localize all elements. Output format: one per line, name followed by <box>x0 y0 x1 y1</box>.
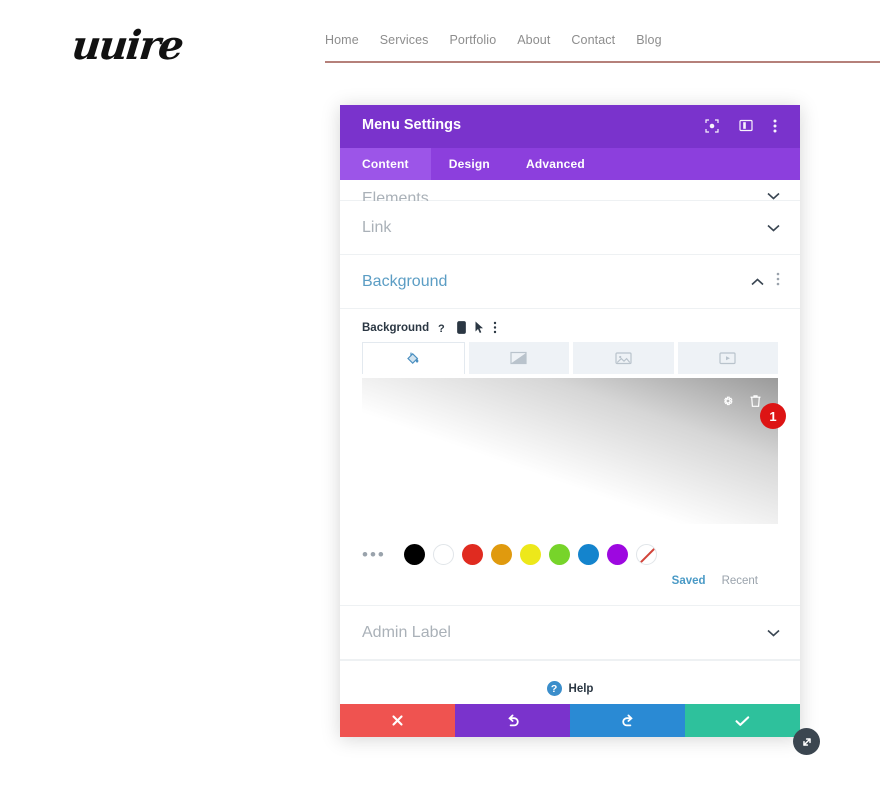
palette-tab-saved[interactable]: Saved <box>672 575 706 587</box>
redo-button[interactable] <box>570 704 685 737</box>
menu-settings-modal: Menu Settings Content Design Advanced El… <box>340 105 827 755</box>
paint-bucket-icon <box>407 352 419 364</box>
modal-footer <box>340 704 800 737</box>
section-elements-toggle[interactable] <box>767 192 780 200</box>
layout-panel-icon[interactable] <box>739 119 754 134</box>
background-field-header: Background ? <box>340 309 800 342</box>
nav-item-services[interactable]: Services <box>380 33 429 47</box>
swatch-green[interactable] <box>548 544 570 565</box>
gradient-icon <box>510 351 527 365</box>
undo-icon <box>507 714 519 726</box>
site-header: uuire Home Services Portfolio About Cont… <box>0 0 880 69</box>
chevron-down-icon <box>767 629 780 637</box>
more-vertical-icon[interactable] <box>493 321 497 334</box>
site-logo[interactable]: uuire <box>70 22 185 69</box>
page-root: uuire Home Services Portfolio About Cont… <box>0 0 880 801</box>
modal-header-actions <box>705 105 788 148</box>
modal-header: Menu Settings <box>340 105 800 148</box>
chevron-down-icon <box>767 224 780 232</box>
section-link-toggle[interactable] <box>767 224 780 232</box>
swatch-red[interactable] <box>461 544 483 565</box>
fullscreen-icon[interactable] <box>705 119 720 134</box>
chevron-down-icon <box>767 192 780 200</box>
section-link[interactable]: Link <box>340 201 800 255</box>
background-preview-tools <box>721 394 762 408</box>
swatch-yellow[interactable] <box>519 544 541 565</box>
background-video-tab[interactable] <box>677 342 778 374</box>
close-icon <box>812 159 820 167</box>
more-colors-icon[interactable]: ••• <box>362 546 386 563</box>
help-icon[interactable]: ? <box>438 322 448 334</box>
swatch-white[interactable] <box>432 544 454 565</box>
tab-content[interactable]: Content <box>340 148 431 180</box>
background-type-tabs <box>362 342 778 374</box>
section-admin-label[interactable]: Admin Label <box>340 606 800 660</box>
section-background-actions <box>751 272 780 291</box>
color-swatch-row: ••• <box>340 530 800 565</box>
background-image-tab[interactable] <box>573 342 674 374</box>
background-preview-wrap: 1 <box>340 378 800 530</box>
background-gradient-tab[interactable] <box>468 342 569 374</box>
more-vertical-icon[interactable] <box>776 272 780 291</box>
gear-icon[interactable] <box>721 394 735 408</box>
background-panel: Background ? 1 ••• Saved Recent <box>340 309 800 606</box>
header-divider <box>325 61 880 63</box>
modal-resize-handle[interactable] <box>793 728 820 755</box>
resize-diagonal-icon <box>802 737 811 746</box>
swatch-black[interactable] <box>403 544 425 565</box>
tab-advanced[interactable]: Advanced <box>508 148 603 180</box>
palette-tab-recent[interactable]: Recent <box>722 575 758 587</box>
section-background[interactable]: Background <box>340 255 800 309</box>
nav-item-portfolio[interactable]: Portfolio <box>449 33 496 47</box>
section-background-label: Background <box>362 272 448 290</box>
background-color-tab[interactable] <box>362 342 465 374</box>
palette-tabs: Saved Recent <box>340 565 800 587</box>
trash-icon[interactable] <box>749 394 762 408</box>
section-elements[interactable]: Elements <box>340 180 800 207</box>
svg-text:?: ? <box>438 323 445 334</box>
image-icon <box>615 352 632 365</box>
mobile-icon[interactable] <box>457 321 466 334</box>
hover-cursor-icon[interactable] <box>475 321 484 334</box>
swatch-transparent[interactable] <box>635 544 657 565</box>
modal-close-button[interactable] <box>805 152 827 174</box>
video-icon <box>719 352 736 365</box>
close-icon <box>392 715 403 726</box>
nav-item-home[interactable]: Home <box>325 33 359 47</box>
check-icon <box>735 715 750 726</box>
background-gradient-preview[interactable] <box>362 378 778 524</box>
cancel-button[interactable] <box>340 704 455 737</box>
main-navigation: Home Services Portfolio About Contact Bl… <box>325 33 662 47</box>
chevron-up-icon[interactable] <box>751 277 764 286</box>
gradient-stop-badge[interactable]: 1 <box>760 403 786 429</box>
nav-item-blog[interactable]: Blog <box>636 33 661 47</box>
help-icon: ? <box>546 681 562 696</box>
swatch-orange[interactable] <box>490 544 512 565</box>
nav-item-about[interactable]: About <box>517 33 550 47</box>
modal-body: Elements Link Background Background ? 1 … <box>340 180 800 704</box>
modal-tabbar: Content Design Advanced <box>340 148 800 180</box>
more-vertical-icon[interactable] <box>773 119 788 134</box>
help-label: Help <box>568 682 594 695</box>
background-field-label: Background <box>362 321 430 334</box>
help-button[interactable]: ? Help <box>340 660 800 704</box>
section-link-label: Link <box>362 218 392 236</box>
tab-design[interactable]: Design <box>431 148 508 180</box>
nav-item-contact[interactable]: Contact <box>571 33 615 47</box>
undo-button[interactable] <box>455 704 570 737</box>
section-admin-label-toggle[interactable] <box>767 629 780 637</box>
section-admin-label-label: Admin Label <box>362 623 451 641</box>
swatch-purple[interactable] <box>606 544 628 565</box>
swatch-blue[interactable] <box>577 544 599 565</box>
save-button[interactable] <box>685 704 800 737</box>
redo-icon <box>621 714 633 726</box>
modal-title: Menu Settings <box>362 117 462 133</box>
